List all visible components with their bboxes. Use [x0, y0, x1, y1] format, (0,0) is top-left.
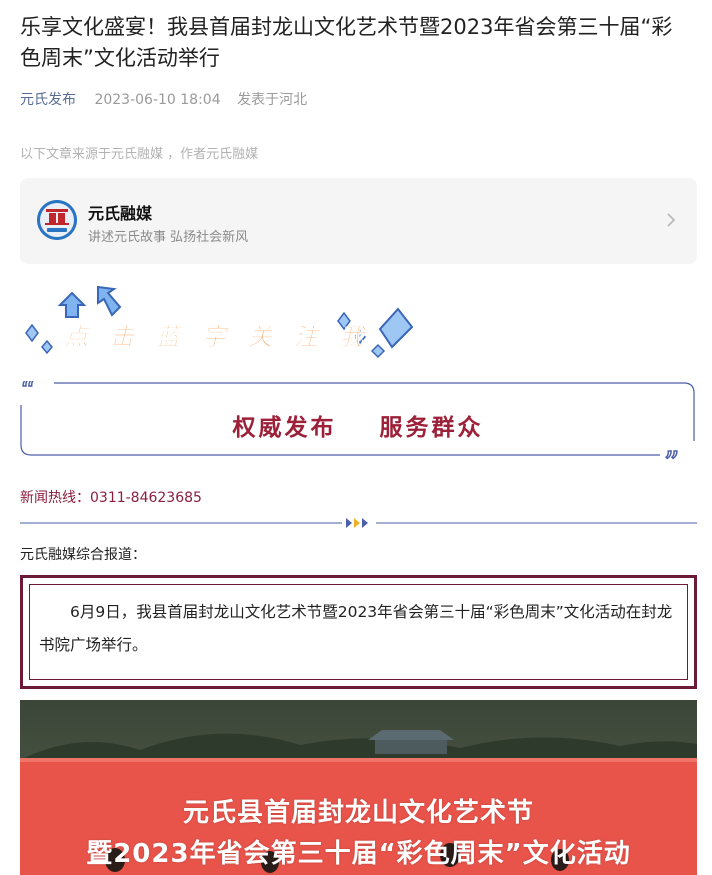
- lead-paragraph: 6月9日，我县首届封龙山文化艺术节暨2023年省会第三十届“彩色周末”文化活动在…: [39, 603, 673, 654]
- follow-banner[interactable]: 点击蓝字关注我: [20, 285, 420, 365]
- account-name: 元氏融媒: [88, 204, 153, 223]
- source-note: 以下文章来源于元氏融媒 ，作者元氏融媒: [20, 147, 259, 162]
- follow-char: 点: [63, 323, 91, 351]
- article-title: 乐享文化盛宴！我县首届封龙山文化艺术节暨2023年省会第三十届“彩色周末”文化活…: [20, 15, 673, 70]
- report-intro: 元氏融媒综合报道：: [20, 547, 146, 563]
- account-card[interactable]: 元氏融媒 讲述元氏故事 弘扬社会新风: [20, 178, 697, 264]
- follow-char: 注: [294, 323, 321, 351]
- chevron-right-icon: [667, 213, 676, 227]
- photo-banner-line1: 元氏县首届封龙山文化艺术节: [182, 798, 534, 828]
- publish-date: 2023-06-10 18:04: [94, 92, 221, 108]
- photo-banner-line2: 暨2023年省会第三十届“彩色周末”文化活动: [86, 839, 631, 869]
- arrow-up-icon: [57, 291, 87, 318]
- news-hotline: 新闻热线：0311-84623685: [20, 490, 202, 506]
- sparkle-icon: [25, 323, 53, 355]
- slogan-box: “ ” 权威发布 服务群众: [20, 381, 696, 465]
- follow-char: 关: [248, 323, 274, 351]
- follow-text[interactable]: 点击蓝字关注我: [63, 323, 368, 352]
- publish-location: 发表于河北: [237, 92, 308, 108]
- follow-char: 蓝: [156, 323, 184, 351]
- slogan: 权威发布 服务群众: [20, 408, 696, 442]
- open-quote-icon: “: [20, 381, 35, 409]
- close-quote-icon: ”: [664, 446, 679, 465]
- lead-paragraph-box: 6月9日，我县首届封龙山文化艺术节暨2023年省会第三十届“彩色周末”文化活动在…: [20, 575, 697, 689]
- slogan-left: 权威发布: [232, 415, 337, 441]
- follow-char: 击: [110, 323, 136, 351]
- arrow-up-left-icon: [97, 285, 122, 317]
- author-link[interactable]: 元氏发布: [20, 92, 76, 108]
- follow-char: 我: [340, 323, 367, 351]
- article-meta: 元氏发布 2023-06-10 18:04 发表于河北: [20, 89, 307, 109]
- section-divider: [20, 518, 697, 528]
- account-logo: [37, 200, 77, 240]
- account-description: 讲述元氏故事 弘扬社会新风: [88, 230, 249, 245]
- event-photo[interactable]: 元氏县首届封龙山文化艺术节 暨2023年省会第三十届“彩色周末”文化活动: [20, 700, 697, 875]
- follow-char: 字: [202, 323, 230, 351]
- slogan-right: 服务群众: [379, 415, 484, 441]
